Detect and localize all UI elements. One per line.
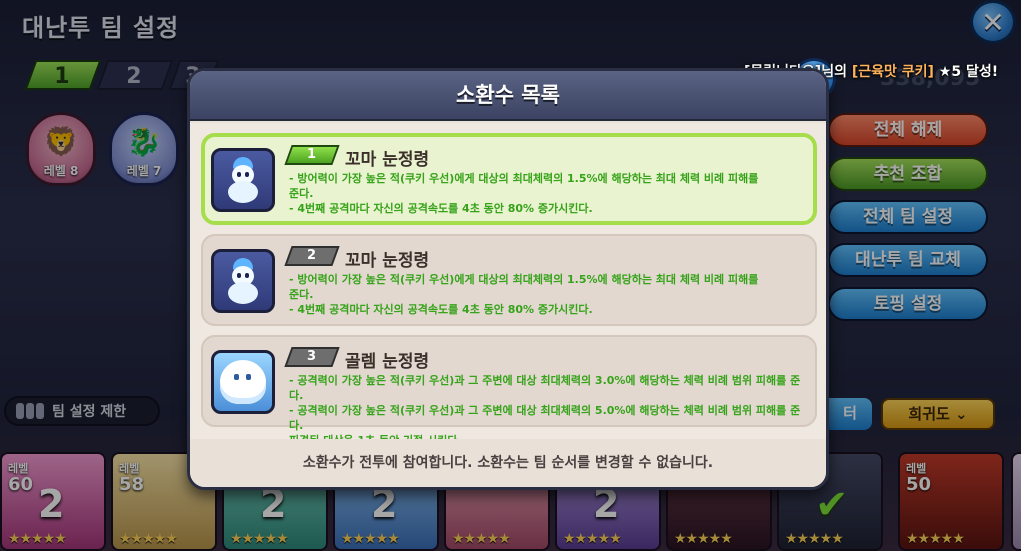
notice-tail: ★5 달성! (933, 64, 999, 80)
summon-name: 골렘 눈정령 (345, 352, 430, 372)
desc-line: - 방어력이 가장 높은 적(쿠키 우선)에게 대상의 최대체력의 1.5%에 … (289, 172, 759, 185)
summon-name: 꼬마 눈정령 (345, 150, 430, 170)
golem-snow-spirit-icon (211, 350, 275, 414)
desc-line: - 4번째 공격마다 자신의 공격속도를 4초 동안 80% 증가시킨다. (289, 303, 593, 316)
small-snow-spirit-icon (211, 249, 275, 313)
desc-line: - 방어력이 가장 높은 적(쿠키 우선)에게 대상의 최대체력의 1.5%에 … (289, 273, 759, 286)
desc-line: - 공격력이 가장 높은 적(쿠키 우선)과 그 주변에 대상 최대체력의 3.… (289, 374, 801, 402)
rank-badge: 2 (284, 246, 340, 266)
summon-description: - 방어력이 가장 높은 적(쿠키 우선)에게 대상의 최대체력의 1.5%에 … (289, 171, 809, 216)
summon-description: - 공격력이 가장 높은 적(쿠키 우선)과 그 주변에 대상 최대체력의 3.… (289, 373, 809, 448)
rank-badge: 3 (284, 347, 340, 367)
summon-list-modal: 소환수 목록 1 꼬마 눈정령 - 방어력이 가장 높은 적(쿠키 우선)에게 … (187, 68, 829, 490)
notice-item: [근육맛 쿠키] (851, 64, 934, 80)
modal-title: 소환수 목록 (190, 71, 826, 121)
summon-name: 꼬마 눈정령 (345, 251, 430, 271)
summon-item[interactable]: 3 골렘 눈정령 - 공격력이 가장 높은 적(쿠키 우선)과 그 주변에 대상… (201, 335, 817, 447)
small-snow-spirit-icon (211, 148, 275, 212)
summon-description: - 방어력이 가장 높은 적(쿠키 우선)에게 대상의 최대체력의 1.5%에 … (289, 272, 809, 317)
summon-item[interactable]: 2 꼬마 눈정령 - 방어력이 가장 높은 적(쿠키 우선)에게 대상의 최대체… (201, 234, 817, 326)
desc-line: 준다. (289, 187, 314, 200)
modal-footer-note: 소환수가 전투에 참여합니다. 소환수는 팀 순서를 변경할 수 없습니다. (190, 439, 826, 487)
desc-line: 준다. (289, 288, 314, 301)
rank-badge: 1 (284, 145, 340, 165)
summon-item[interactable]: 1 꼬마 눈정령 - 방어력이 가장 높은 적(쿠키 우선)에게 대상의 최대체… (201, 133, 817, 225)
desc-line: - 4번째 공격마다 자신의 공격속도를 4초 동안 80% 증가시킨다. (289, 202, 593, 215)
desc-line: - 공격력이 가장 높은 적(쿠키 우선)과 그 주변에 대상 최대체력의 5.… (289, 404, 801, 432)
summon-list: 1 꼬마 눈정령 - 방어력이 가장 높은 적(쿠키 우선)에게 대상의 최대체… (190, 123, 826, 447)
